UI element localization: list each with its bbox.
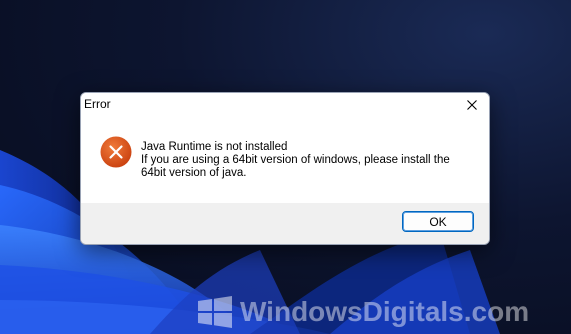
watermark-text: WindowsDigitals.com <box>240 296 530 327</box>
dialog-title: Error <box>84 97 111 111</box>
message-line-1: If you are using a 64bit version of wind… <box>141 154 450 166</box>
message-line-2: 64bit version of java. <box>141 167 247 179</box>
windows-logo-icon <box>198 296 232 328</box>
watermark: WindowsDigitals.com <box>196 294 529 330</box>
message-heading: Java Runtime is not installed <box>141 141 288 153</box>
close-button[interactable] <box>455 93 489 117</box>
dialog-message: Java Runtime is not installed If you are… <box>141 141 481 180</box>
dialog-content: Java Runtime is not installed If you are… <box>81 117 489 203</box>
ok-button[interactable]: OK <box>402 211 474 232</box>
dialog-titlebar[interactable]: Error <box>81 93 489 117</box>
dialog-footer: OK <box>81 203 489 244</box>
error-dialog: Error Java Runtime is not installed If y… <box>80 92 490 245</box>
error-icon <box>100 136 132 168</box>
close-icon <box>467 100 477 110</box>
